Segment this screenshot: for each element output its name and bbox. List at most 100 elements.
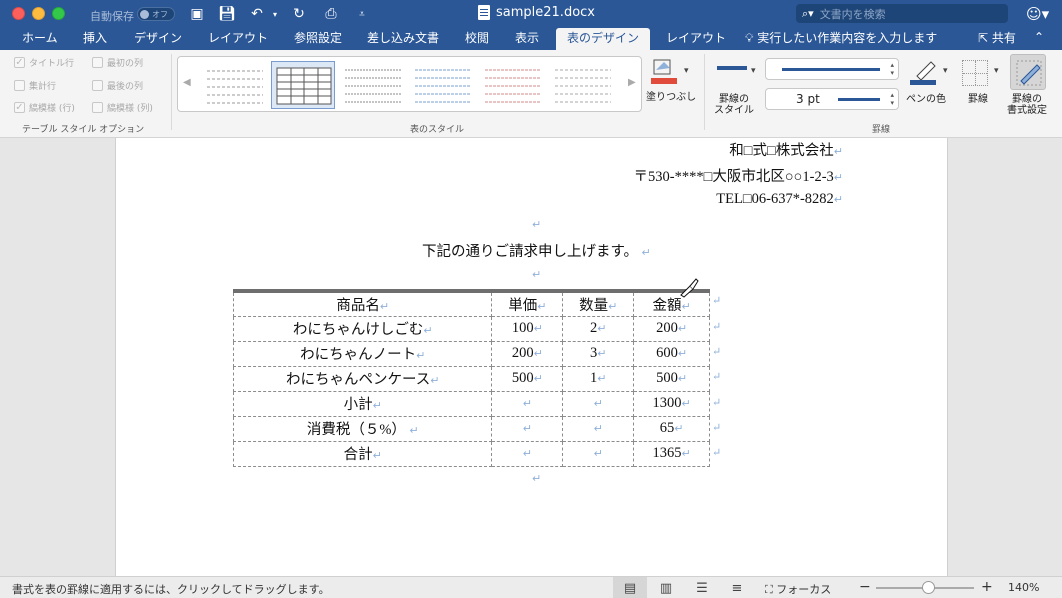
redo-icon[interactable]: ↻ (290, 5, 308, 23)
option-header-row[interactable]: ✓ タイトル行 (14, 56, 74, 69)
paragraph-mark: ↵ (532, 472, 542, 485)
undo-dropdown-icon[interactable]: ▾ (266, 5, 284, 23)
table-cell[interactable]: わにちゃんペンケース↵ (232, 365, 493, 392)
search-input[interactable]: ⌕▾ 文書内を検索 (796, 4, 1008, 23)
line-weight-select[interactable]: 3 pt ▴ ▾ (765, 88, 899, 110)
outline-view-icon[interactable]: ☰ (685, 577, 719, 598)
table-cell[interactable]: わにちゃんけしごむ↵ (232, 315, 493, 342)
table-styles-gallery[interactable]: ◀ ▶ (177, 56, 642, 112)
table-cell[interactable]: ↵ (562, 390, 635, 417)
table-cell[interactable]: 2↵ (562, 315, 635, 342)
table-cell[interactable]: 500↵ (633, 365, 710, 392)
status-bar: 書式を表の罫線に適用するには、クリックしてドラッグします。 ▤ ▥ ☰ ≡ ⛶ … (0, 576, 1062, 598)
table-style-light-grid[interactable] (341, 61, 405, 109)
share-button[interactable]: ⇱ 共有 (978, 28, 1016, 50)
sidebar-toggle-icon[interactable]: ▣ (188, 5, 206, 23)
invoice-table[interactable]: 商品名↵ 単価↵ 数量↵ 金額↵ わにちゃんけしごむ↵ 100↵ 2↵ 200↵… (232, 289, 710, 467)
zoom-out-icon[interactable]: − (859, 579, 871, 595)
tab-home[interactable]: ホーム (16, 28, 64, 50)
tab-review[interactable]: 校閲 (459, 28, 495, 50)
table-cell[interactable]: ↵ (491, 415, 564, 442)
table-cell[interactable]: 1300↵ (633, 390, 710, 417)
pen-color-dropdown-icon[interactable]: ▾ (943, 66, 948, 76)
table-style-blue[interactable] (411, 61, 475, 109)
option-total-row[interactable]: 集計行 (14, 79, 56, 92)
collapse-ribbon-icon[interactable]: ⌃ (1034, 30, 1044, 44)
draft-view-icon[interactable]: ≡ (720, 577, 754, 598)
table-cell[interactable]: 消費税（５%） ↵ (232, 415, 493, 442)
border-style-icon[interactable] (717, 66, 747, 70)
option-last-column[interactable]: 最後の列 (92, 79, 143, 92)
table-cell[interactable]: 600↵ (633, 340, 710, 367)
border-style-dropdown-icon[interactable]: ▾ (751, 66, 756, 76)
autosave-toggle[interactable]: オフ (137, 7, 175, 21)
table-header-cell[interactable]: 単価↵ (491, 289, 564, 317)
feedback-smiley-icon[interactable]: ☺▾ (1026, 5, 1049, 23)
minimize-window-button[interactable] (32, 7, 45, 20)
table-style-plain[interactable] (203, 61, 267, 109)
paragraph-mark: ↵ (532, 218, 542, 231)
tell-me-box[interactable]: 💡︎ 実行したい作業内容を入力します (745, 28, 937, 50)
web-layout-view-icon[interactable]: ▥ (649, 577, 683, 598)
print-layout-view-icon[interactable]: ▤ (613, 577, 647, 598)
print-icon[interactable]: ⎙ (322, 5, 340, 23)
tab-view[interactable]: 表示 (509, 28, 545, 50)
table-style-grid-selected[interactable] (271, 61, 335, 109)
table-cell[interactable]: ↵ (491, 440, 564, 467)
table-cell[interactable]: ↵ (562, 440, 635, 467)
pen-color-button[interactable] (909, 58, 939, 86)
table-cell[interactable]: 3↵ (562, 340, 635, 367)
focus-mode-button[interactable]: ⛶ フォーカス (765, 581, 831, 597)
table-header-cell[interactable]: 数量↵ (562, 289, 635, 317)
borders-icon[interactable] (962, 60, 988, 86)
table-cell[interactable]: 500↵ (491, 365, 564, 392)
table-cell[interactable]: 1365↵ (633, 440, 710, 467)
gallery-prev-icon[interactable]: ◀ (183, 77, 191, 88)
lightbulb-icon: 💡︎ (745, 31, 754, 45)
table-cell[interactable]: わにちゃんノート↵ (232, 340, 493, 367)
zoom-slider-handle[interactable] (922, 581, 935, 594)
table-cell[interactable]: 100↵ (491, 315, 564, 342)
option-banded-rows[interactable]: ✓ 縞模様 (行) (14, 101, 75, 114)
status-message: 書式を表の罫線に適用するには、クリックしてドラッグします。 (12, 583, 330, 596)
zoom-in-icon[interactable]: + (981, 579, 993, 595)
maximize-window-button[interactable] (52, 7, 65, 20)
customize-toolbar-icon[interactable]: ⩡ (353, 5, 371, 23)
shading-dropdown-icon[interactable]: ▾ (684, 66, 689, 76)
table-header-cell[interactable]: 商品名↵ (232, 289, 493, 317)
table-cell[interactable]: ↵ (562, 415, 635, 442)
checkbox-icon (14, 80, 25, 91)
table-cell[interactable]: 1↵ (562, 365, 635, 392)
line-style-select[interactable]: ▴ ▾ (765, 58, 899, 80)
table-cell[interactable]: 合計↵ (232, 440, 493, 467)
undo-icon[interactable]: ↶ (248, 5, 266, 23)
option-first-column[interactable]: 最初の列 (92, 56, 143, 69)
tab-mailings[interactable]: 差し込み文書 (361, 28, 445, 50)
group-label-borders: 罫線 (872, 125, 891, 135)
table-cell[interactable]: 200↵ (491, 340, 564, 367)
gallery-next-icon[interactable]: ▶ (628, 77, 636, 88)
table-style-red[interactable] (481, 61, 545, 109)
zoom-level[interactable]: 140% (1008, 581, 1039, 594)
tab-table-design[interactable]: 表のデザイン (556, 28, 650, 50)
tab-design[interactable]: デザイン (128, 28, 188, 50)
document-area[interactable]: 和□式□株式会社↵ 〒530-****□大阪市北区○○1-2-3↵ TEL□06… (0, 138, 1062, 576)
document-page[interactable]: 和□式□株式会社↵ 〒530-****□大阪市北区○○1-2-3↵ TEL□06… (115, 138, 948, 576)
tab-insert[interactable]: 挿入 (77, 28, 113, 50)
borders-dropdown-icon[interactable]: ▾ (994, 66, 999, 76)
table-cell[interactable]: 65↵ (633, 415, 710, 442)
table-cell[interactable]: ↵ (491, 390, 564, 417)
tab-references[interactable]: 参照設定 (288, 28, 348, 50)
table-cell[interactable]: 小計↵ (232, 390, 493, 417)
border-painter-button[interactable] (1010, 54, 1046, 90)
close-window-button[interactable] (12, 7, 25, 20)
border-style-label: 罫線の スタイル (714, 94, 754, 116)
shading-button[interactable] (650, 58, 680, 86)
table-cell[interactable]: 200↵ (633, 315, 710, 342)
save-icon[interactable]: 💾︎ (218, 5, 236, 23)
tab-layout[interactable]: レイアウト (202, 28, 274, 50)
option-banded-columns[interactable]: 縞模様 (列) (92, 101, 153, 114)
table-style-gray[interactable] (551, 61, 615, 109)
tab-table-layout[interactable]: レイアウト (660, 28, 732, 50)
row-end-mark: ↵ (712, 346, 722, 358)
